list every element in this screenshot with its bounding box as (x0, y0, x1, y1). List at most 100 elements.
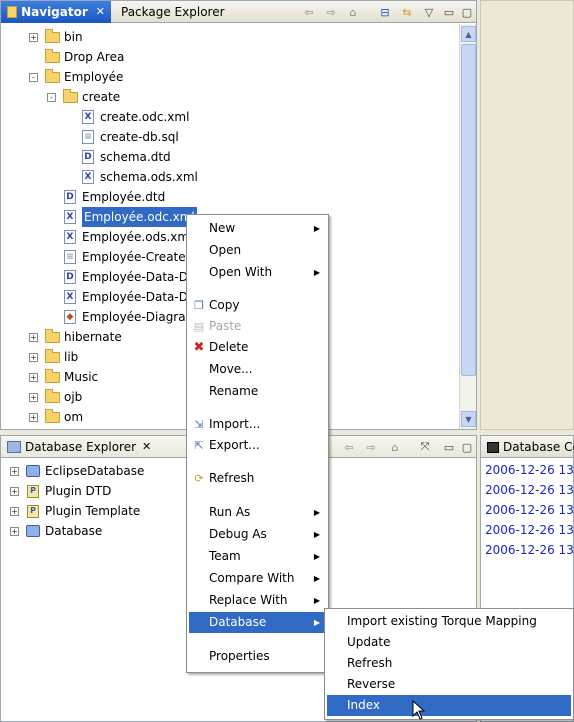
maximize-icon[interactable]: ▢ (459, 4, 475, 20)
menu-item-properties[interactable]: Properties (189, 646, 326, 667)
tree-file-item[interactable]: Xcreate.odc.xml (65, 107, 189, 127)
forward-icon[interactable]: ⇨ (363, 439, 379, 455)
db-tree-item[interactable]: + Database (10, 521, 102, 541)
menu-item-rename-label: Rename (209, 384, 259, 398)
icon-shape: P (27, 504, 39, 518)
minimize-icon[interactable]: ▭ (441, 439, 457, 455)
collapse-icon[interactable]: - (47, 92, 56, 102)
menu-item-paste[interactable]: ▤ Paste (189, 316, 326, 337)
scroll-thumb[interactable] (461, 44, 476, 376)
submenu-item-refresh-label: Refresh (347, 656, 393, 670)
maximize-icon[interactable]: ▢ (459, 439, 475, 455)
database-icon (25, 524, 41, 538)
tree-file-item[interactable]: Xschema.ods.xml (65, 167, 198, 187)
menu-item-rename[interactable]: Rename (189, 381, 326, 402)
link-editor-icon[interactable]: ⇆ (399, 4, 415, 20)
icon-shape (44, 28, 60, 43)
console-icon (487, 441, 499, 453)
forward-icon[interactable]: ⇨ (323, 4, 339, 20)
back-icon[interactable]: ⇦ (301, 4, 317, 20)
menu-item-copy[interactable]: ❐ Copy (189, 295, 326, 316)
menu-item-refresh[interactable]: ⟳ Refresh (189, 468, 326, 489)
close-icon[interactable]: ✕ (96, 1, 105, 23)
tree-item-label: create.odc.xml (100, 110, 190, 124)
view-menu-icon[interactable]: ▽ (421, 4, 437, 20)
menu-item-compare-with-label: Compare With (209, 571, 295, 585)
menu-item-run-as[interactable]: Run As ▶ (189, 502, 326, 523)
home-icon[interactable]: ⌂ (387, 439, 403, 455)
dtd-file-icon: D (62, 270, 78, 284)
menu-item-compare-with[interactable]: Compare With ▶ (189, 568, 326, 589)
tab-navigator[interactable]: Navigator ✕ (1, 1, 111, 23)
expand-icon[interactable]: + (10, 526, 19, 536)
db-tree-item[interactable]: + P Plugin DTD (10, 481, 111, 501)
tree-file-item[interactable]: Dschema.dtd (65, 147, 171, 167)
tab-package-explorer[interactable]: Package Explorer (115, 1, 231, 23)
tab-database-console-label: Database Co (503, 440, 574, 454)
menu-item-export[interactable]: ⇱ Export... (189, 435, 326, 456)
menu-item-delete[interactable]: ✖ Delete (189, 337, 326, 358)
db-tree-item[interactable]: + P Plugin Template (10, 501, 140, 521)
expand-icon[interactable]: + (29, 372, 38, 382)
back-icon[interactable]: ⇦ (341, 439, 357, 455)
menu-item-team[interactable]: Team ▶ (189, 546, 326, 567)
mouse-cursor-icon (412, 700, 426, 720)
collapse-all-icon[interactable]: ⊟ (377, 4, 393, 20)
submenu-arrow-icon: ▶ (313, 552, 320, 561)
tree-folder-item[interactable]: + hibernate (29, 327, 122, 347)
db-tree-item-label: Plugin Template (45, 504, 141, 518)
tree-file-item[interactable]: X Employée.ods.xml (47, 227, 192, 247)
submenu-item-refresh[interactable]: Refresh (327, 653, 571, 674)
tree-file-item[interactable]: X Employée.odc.xml (47, 206, 198, 228)
db-tree-item[interactable]: + EclipseDatabase (10, 461, 144, 481)
copy-icon: ❐ (194, 298, 204, 312)
tree-file-item[interactable]: ≡ create-db.sql (65, 127, 179, 147)
tree-folder-item[interactable]: - Employée (29, 67, 123, 87)
submenu-item-update[interactable]: Update (327, 632, 571, 653)
tree-folder-item[interactable]: + Music (29, 367, 98, 387)
menu-item-move-label: Move... (209, 362, 253, 376)
menu-item-open[interactable]: Open (189, 240, 326, 261)
menu-item-replace-with[interactable]: Replace With ▶ (189, 590, 326, 611)
tree-folder-item[interactable]: + ojb (29, 387, 82, 407)
home-icon[interactable]: ⌂ (345, 4, 361, 20)
navigator-scrollbar[interactable]: ▲ ▼ (459, 24, 476, 429)
menu-item-new[interactable]: New ▶ (189, 218, 326, 239)
submenu-arrow-icon: ▶ (313, 268, 320, 277)
expand-icon[interactable]: + (29, 332, 38, 342)
collapse-icon[interactable]: - (29, 72, 38, 82)
submenu-item-index[interactable]: Index (327, 695, 571, 716)
tree-folder-item[interactable]: + bin (29, 27, 83, 47)
tree-folder-item[interactable]: Drop Area (29, 47, 124, 67)
expand-icon[interactable]: + (10, 466, 19, 476)
expand-icon[interactable]: + (10, 506, 19, 516)
submenu-arrow-icon: ▶ (313, 596, 320, 605)
scroll-down-icon[interactable]: ▼ (461, 411, 476, 427)
menu-item-copy-label: Copy (209, 298, 240, 312)
expand-icon[interactable]: + (29, 32, 38, 42)
menu-item-debug-as[interactable]: Debug As ▶ (189, 524, 326, 545)
folder-icon (44, 68, 60, 84)
menu-item-database[interactable]: Database ▶ (189, 612, 326, 633)
expand-icon[interactable]: + (10, 486, 19, 496)
menu-item-move[interactable]: Move... (189, 359, 326, 380)
expand-icon[interactable]: + (29, 352, 38, 362)
close-icon[interactable]: ✕ (142, 436, 151, 458)
tab-database-console[interactable]: Database Co (481, 436, 574, 458)
tree-folder-item[interactable]: + lib (29, 347, 78, 367)
icon-shape (26, 465, 40, 477)
tree-folder-item[interactable]: - create (47, 87, 120, 107)
submenu-item-import-torque[interactable]: Import existing Torque Mapping (327, 611, 571, 632)
tree-folder-item[interactable]: + om (29, 407, 83, 427)
menu-item-open-with[interactable]: Open With ▶ (189, 262, 326, 283)
scroll-up-icon[interactable]: ▲ (461, 26, 476, 42)
expand-icon[interactable]: ⤧ (417, 439, 433, 455)
submenu-item-reverse[interactable]: Reverse (327, 674, 571, 695)
expand-icon[interactable]: + (29, 412, 38, 422)
minimize-icon[interactable]: ▭ (441, 4, 457, 20)
menu-item-import[interactable]: ⇲ Import... (189, 414, 326, 435)
text-file-icon: ≡ (80, 130, 96, 144)
expand-icon[interactable]: + (29, 392, 38, 402)
tab-database-explorer[interactable]: Database Explorer ✕ (1, 436, 157, 458)
tree-file-item[interactable]: D Employée.dtd (47, 187, 165, 207)
